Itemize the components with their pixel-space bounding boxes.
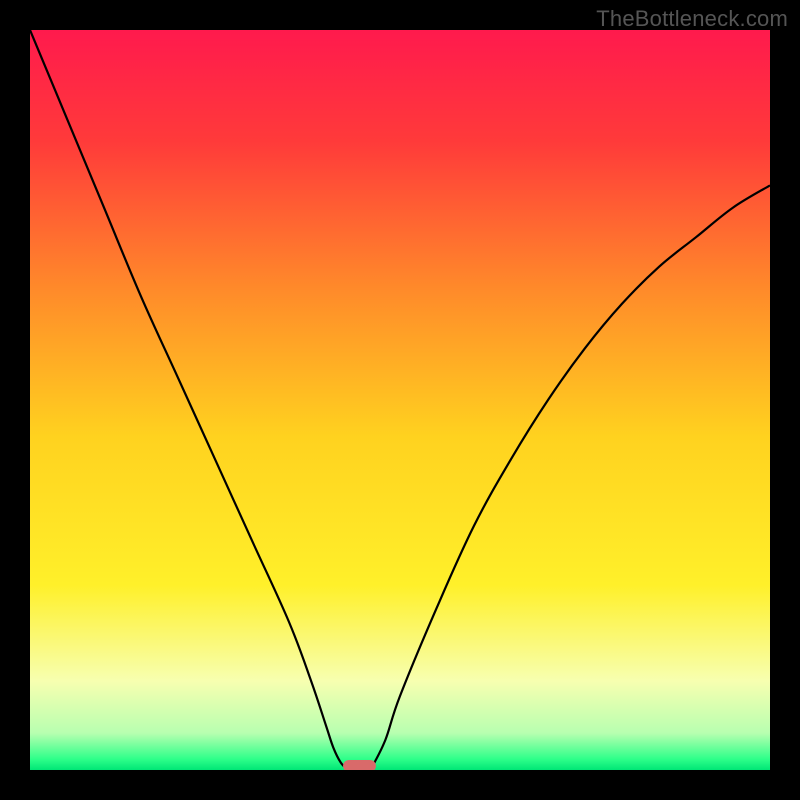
- chart-frame: TheBottleneck.com: [0, 0, 800, 800]
- minimum-marker: [343, 760, 376, 770]
- plot-area: [30, 30, 770, 770]
- curve-layer: [30, 30, 770, 770]
- curve-right: [370, 185, 770, 770]
- curve-left: [30, 30, 348, 770]
- watermark-text: TheBottleneck.com: [596, 6, 788, 32]
